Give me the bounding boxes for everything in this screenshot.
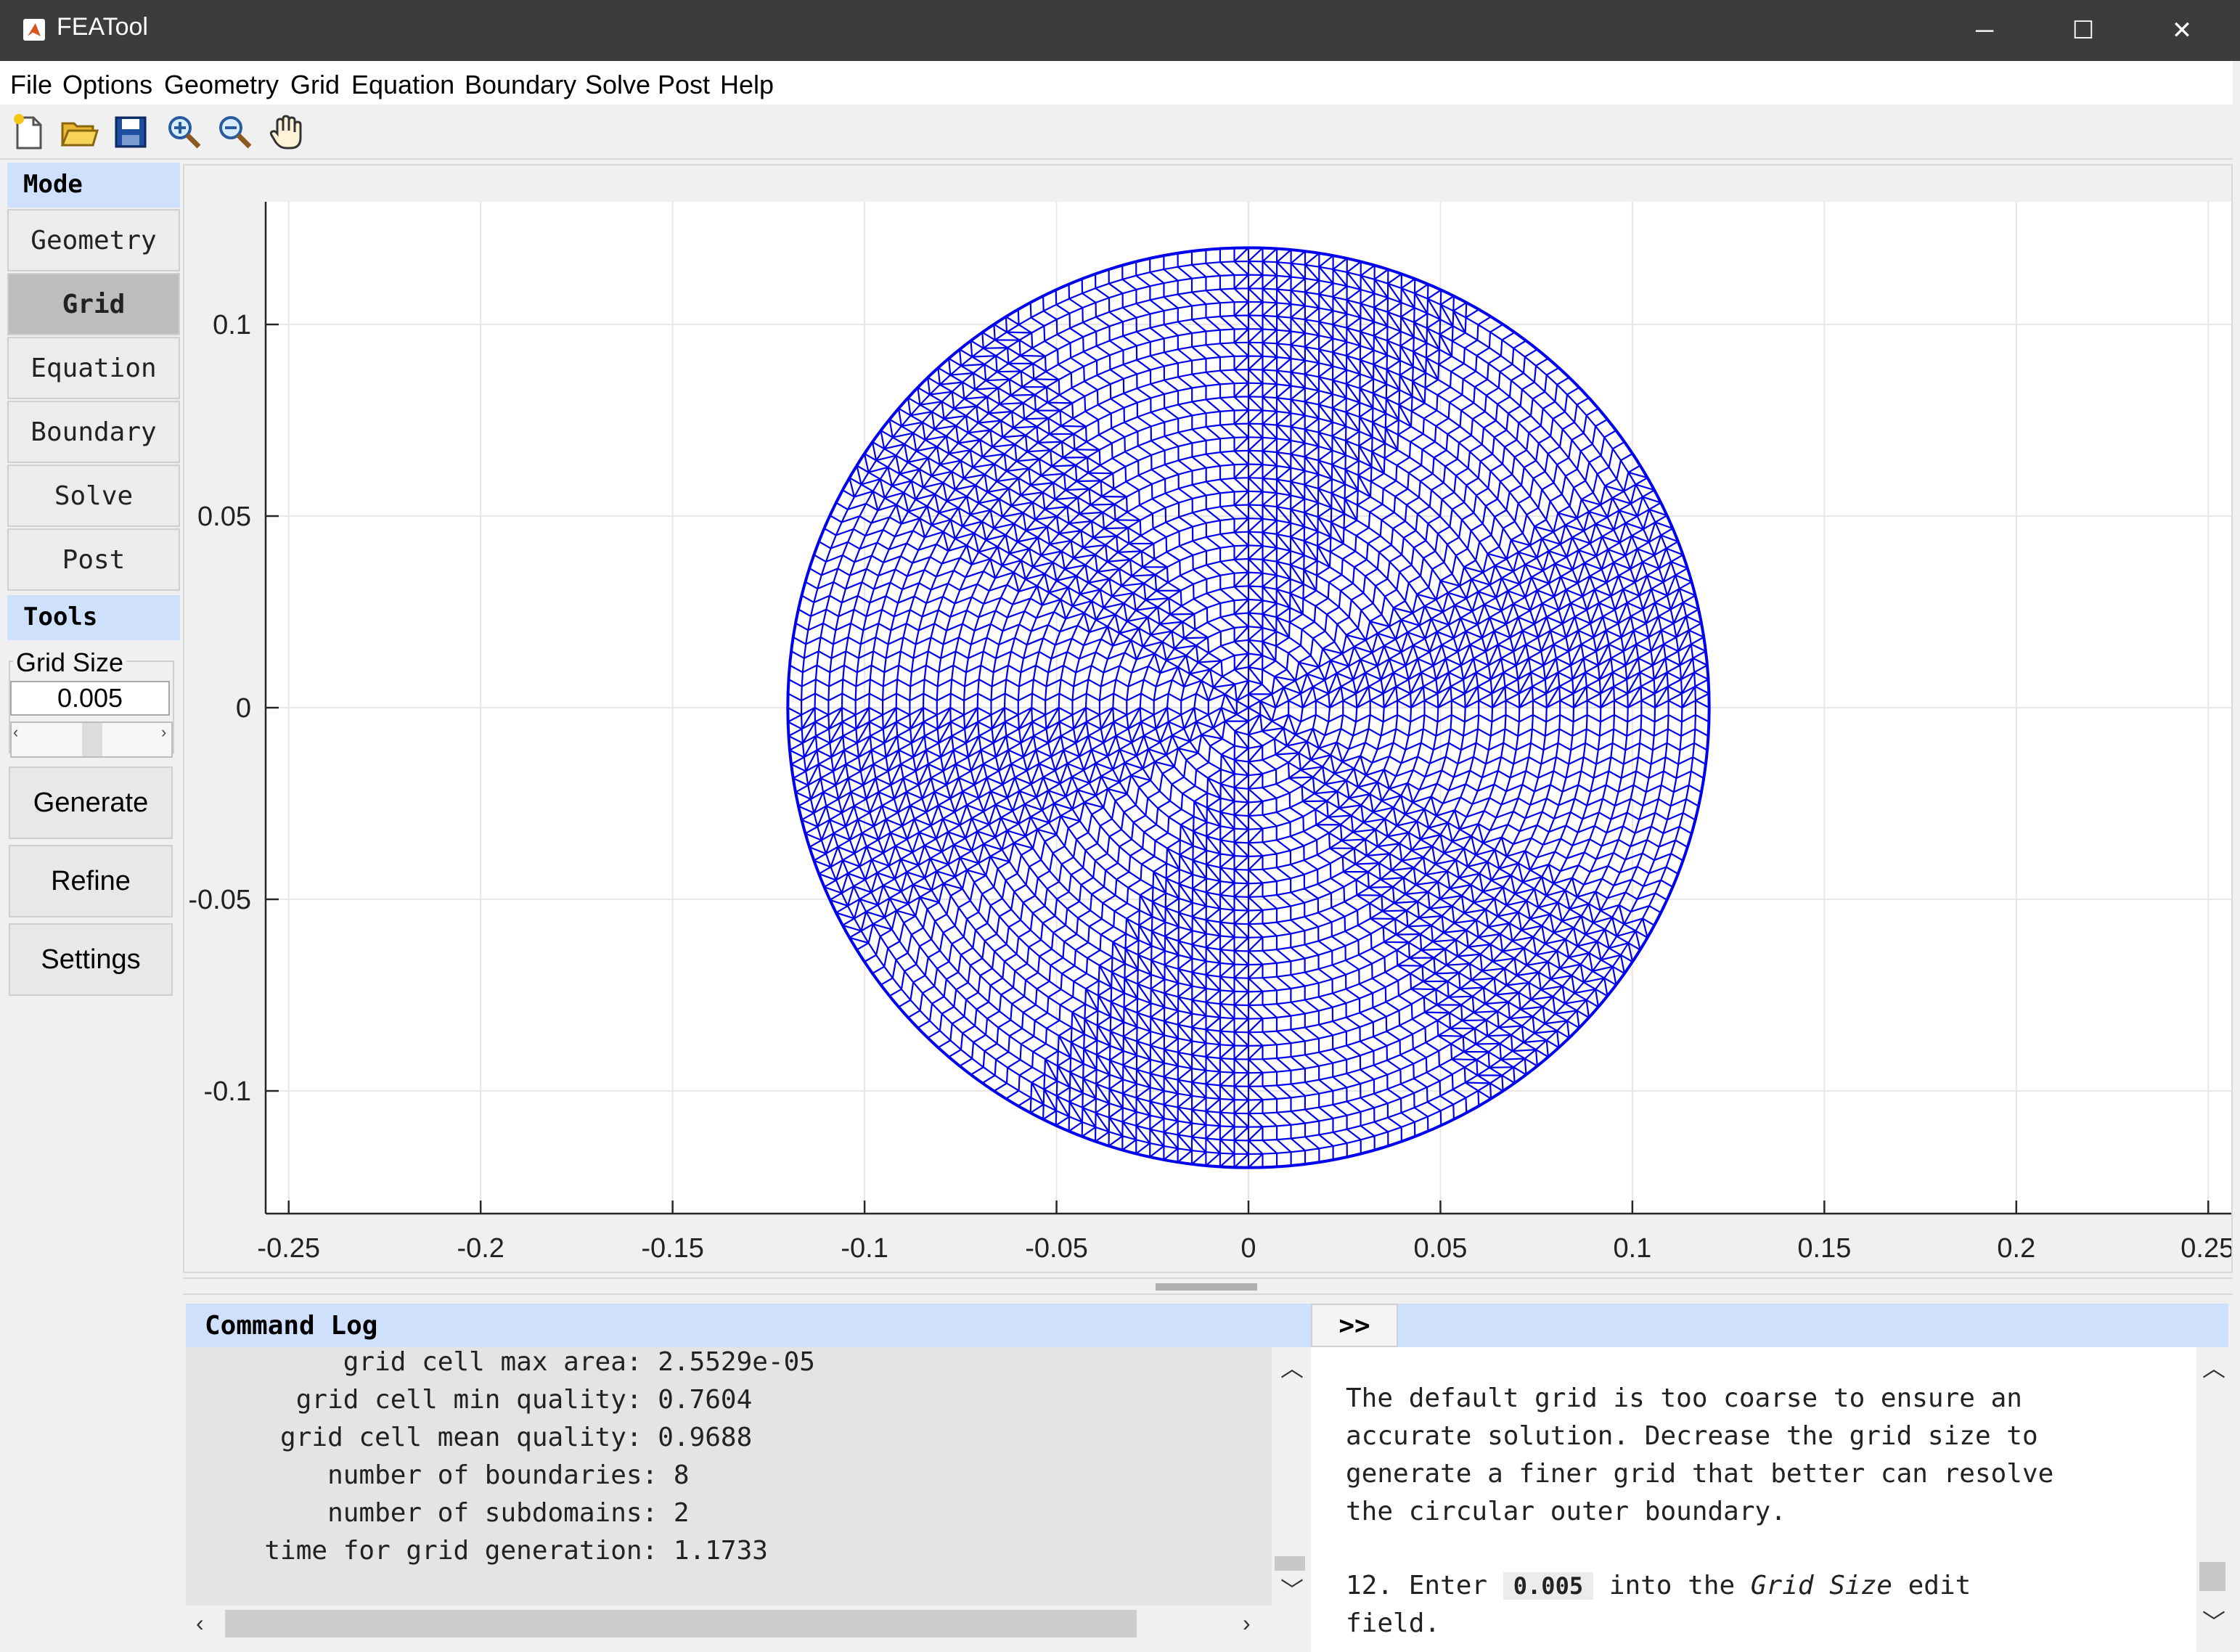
x-tick-label: 0.15 <box>1797 1233 1851 1264</box>
x-tick-label: 0.1 <box>1613 1233 1651 1264</box>
mode-panel: Mode Geometry Grid Equation Boundary Sol… <box>3 160 180 1648</box>
command-log-header: Command Log <box>186 1304 1311 1347</box>
mode-geometry-button[interactable]: Geometry <box>7 209 180 271</box>
y-tick-label: 0.05 <box>197 502 251 532</box>
zoom-in-icon[interactable] <box>164 112 205 152</box>
slider-left-arrow[interactable]: ‹ <box>13 723 23 756</box>
help-line: generate a finer grid that better can re… <box>1346 1459 2054 1489</box>
help-line: field. <box>1346 1608 1441 1638</box>
open-folder-icon[interactable] <box>58 112 99 152</box>
hscroll-thumb[interactable] <box>225 1610 1137 1637</box>
expand-help-button[interactable]: >> <box>1311 1304 1398 1347</box>
log-line: grid cell max area: 2.5529e-05 <box>186 1347 815 1377</box>
mode-header: Mode <box>7 163 180 208</box>
pan-hand-icon[interactable] <box>266 112 306 152</box>
x-tick-label: -0.1 <box>841 1233 888 1264</box>
splitter-grip[interactable] <box>1156 1283 1257 1291</box>
menu-equation[interactable]: Equation <box>351 70 454 100</box>
x-tick-label: -0.05 <box>1025 1233 1088 1264</box>
log-line: grid cell mean quality: 0.9688 <box>186 1423 753 1452</box>
help-step-suffix: edit <box>1908 1571 1971 1600</box>
help-code-chip: 0.005 <box>1503 1572 1594 1600</box>
scroll-thumb[interactable] <box>1275 1556 1305 1571</box>
scroll-right-arrow[interactable]: › <box>1243 1610 1251 1637</box>
command-log-hscrollbar[interactable]: ‹ › <box>186 1606 1272 1642</box>
scroll-down-arrow[interactable]: ﹀ <box>2202 1604 2225 1637</box>
log-line: number of subdomains: 2 <box>186 1498 690 1528</box>
generate-button[interactable]: Generate <box>9 766 173 839</box>
help-line: the circular outer boundary. <box>1346 1497 1786 1526</box>
window-title: FEATool <box>57 13 148 41</box>
menu-geometry[interactable]: Geometry <box>164 70 279 100</box>
menu-grid[interactable]: Grid <box>290 70 340 100</box>
panel-splitter[interactable] <box>183 1277 2233 1295</box>
scroll-left-arrow[interactable]: ‹ <box>196 1610 204 1637</box>
title-bar: FEATool ─ ☐ ✕ <box>0 0 2240 61</box>
zoom-out-icon[interactable] <box>215 112 256 152</box>
x-tick-label: -0.2 <box>457 1233 504 1264</box>
menu-options[interactable]: Options <box>62 70 152 100</box>
help-vscrollbar[interactable]: ︿ ﹀ <box>2196 1347 2228 1652</box>
y-tick-label: -0.1 <box>204 1076 251 1107</box>
mode-grid-button[interactable]: Grid <box>7 273 180 335</box>
menu-help[interactable]: Help <box>720 70 774 100</box>
x-tick-label: 0.05 <box>1413 1233 1467 1264</box>
menu-post[interactable]: Post <box>658 70 710 100</box>
y-tick-label: 0.1 <box>213 310 251 340</box>
help-line: accurate solution. Decrease the grid siz… <box>1346 1421 2038 1451</box>
mode-solve-button[interactable]: Solve <box>7 465 180 527</box>
minimize-button[interactable]: ─ <box>1935 0 2034 61</box>
close-button[interactable]: ✕ <box>2133 0 2231 61</box>
log-line: grid cell min quality: 0.7604 <box>186 1385 753 1415</box>
slider-thumb[interactable] <box>82 723 102 756</box>
scroll-down-arrow[interactable]: ﹀ <box>1280 1572 1304 1606</box>
y-tick-label: -0.05 <box>188 885 251 915</box>
grid-size-input[interactable]: 0.005 <box>10 681 170 716</box>
slider-right-arrow[interactable]: › <box>161 723 171 756</box>
menu-bar: File Options Geometry Grid Equation Boun… <box>0 61 2233 105</box>
matlab-icon <box>23 19 45 41</box>
scroll-up-arrow[interactable]: ︿ <box>1280 1350 1304 1383</box>
menu-solve[interactable]: Solve <box>585 70 650 100</box>
grid-plot[interactable]: -0.25 -0.2 -0.15 -0.1 -0.05 0 0.05 0.1 0.15 0.2 0.… <box>184 165 2231 1272</box>
x-tick-label: 0.25 <box>2180 1233 2231 1264</box>
help-step-line: 12. Enter 0.005 into the Grid Size edit <box>1346 1571 1971 1600</box>
grid-size-slider[interactable]: ‹ › <box>10 721 173 758</box>
help-text: The default grid is too coarse to ensure… <box>1311 1347 2196 1652</box>
help-header <box>1311 1304 2228 1347</box>
x-tick-label: 0 <box>1240 1233 1256 1264</box>
mode-equation-button[interactable]: Equation <box>7 337 180 399</box>
tools-header: Tools <box>7 595 180 640</box>
help-step-italic: Grid Size <box>1750 1571 1892 1600</box>
x-tick-label: -0.15 <box>641 1233 704 1264</box>
toolbar <box>0 105 2233 160</box>
help-line: The default grid is too coarse to ensure… <box>1346 1383 2022 1413</box>
plot-panel: -0.25 -0.2 -0.15 -0.1 -0.05 0 0.05 0.1 0.15 0.2 0.… <box>183 164 2233 1273</box>
log-line: time for grid generation: 1.1733 <box>186 1536 768 1566</box>
scroll-up-arrow[interactable]: ︿ <box>2202 1350 2225 1383</box>
x-tick-label: -0.25 <box>257 1233 320 1264</box>
refine-button[interactable]: Refine <box>9 845 173 917</box>
command-log-vscrollbar[interactable]: ︿ ﹀ <box>1272 1347 1308 1606</box>
log-line: number of boundaries: 8 <box>186 1460 690 1490</box>
menu-boundary[interactable]: Boundary <box>465 70 576 100</box>
new-file-icon[interactable] <box>9 112 49 152</box>
maximize-button[interactable]: ☐ <box>2034 0 2133 61</box>
mode-post-button[interactable]: Post <box>7 528 180 591</box>
settings-button[interactable]: Settings <box>9 923 173 996</box>
help-step-mid: into the <box>1609 1571 1736 1600</box>
mode-boundary-button[interactable]: Boundary <box>7 401 180 463</box>
grid-size-label: Grid Size <box>13 647 127 678</box>
command-log[interactable]: grid cell max area: 2.5529e-05 grid cell… <box>186 1347 1272 1606</box>
help-step-prefix: 12. Enter <box>1346 1571 1488 1600</box>
menu-file[interactable]: File <box>10 70 52 100</box>
save-icon[interactable] <box>110 112 151 152</box>
scroll-thumb[interactable] <box>2199 1562 2225 1591</box>
y-tick-label: 0 <box>236 693 251 724</box>
x-tick-label: 0.2 <box>1997 1233 2035 1264</box>
